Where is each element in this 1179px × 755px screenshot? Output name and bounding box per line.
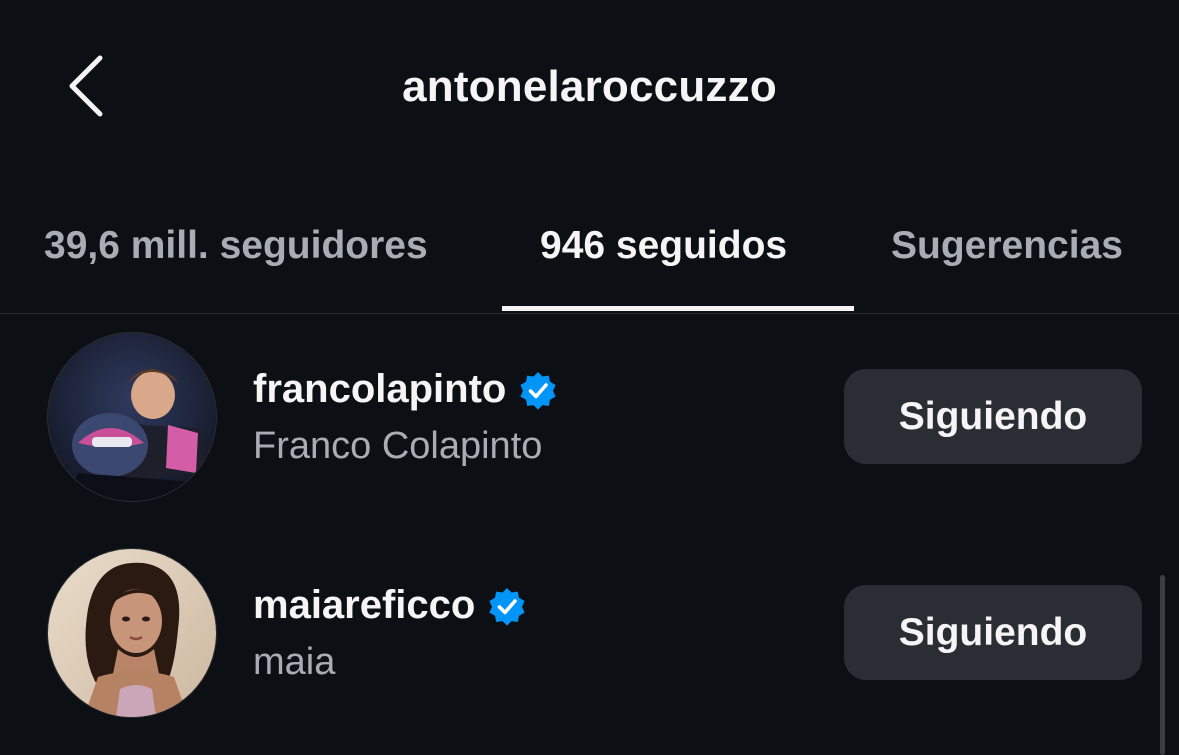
scrollbar[interactable] [1160, 575, 1165, 755]
username-text[interactable]: francolapinto [253, 367, 506, 412]
tab-bar: 39,6 mill. seguidores 946 seguidos Suger… [0, 210, 1179, 314]
verified-badge-icon [518, 370, 558, 410]
avatar-image [48, 333, 216, 501]
top-bar: antonelaroccuzzo [0, 0, 1179, 180]
username[interactable]: francolapinto [253, 367, 558, 412]
following-button[interactable]: Siguiendo [844, 585, 1142, 680]
avatar[interactable] [48, 333, 216, 501]
verified-badge-icon [487, 586, 527, 626]
avatar[interactable] [48, 549, 216, 717]
page-title: antonelaroccuzzo [402, 62, 777, 111]
following-button[interactable]: Siguiendo [844, 369, 1142, 464]
active-tab-indicator [502, 306, 854, 311]
tab-suggestions[interactable]: Sugerencias [891, 224, 1123, 268]
username[interactable]: maiareficco [253, 583, 527, 628]
full-name: maia [253, 641, 336, 683]
full-name: Franco Colapinto [253, 425, 543, 467]
list-item[interactable]: maiareficco maia Siguiendo [0, 549, 1179, 729]
list-item[interactable]: francolapinto Franco Colapinto Siguiendo [0, 333, 1179, 513]
username-text[interactable]: maiareficco [253, 583, 475, 628]
tab-followers[interactable]: 39,6 mill. seguidores [44, 224, 428, 268]
avatar-image [48, 549, 216, 717]
tab-following[interactable]: 946 seguidos [540, 224, 787, 268]
